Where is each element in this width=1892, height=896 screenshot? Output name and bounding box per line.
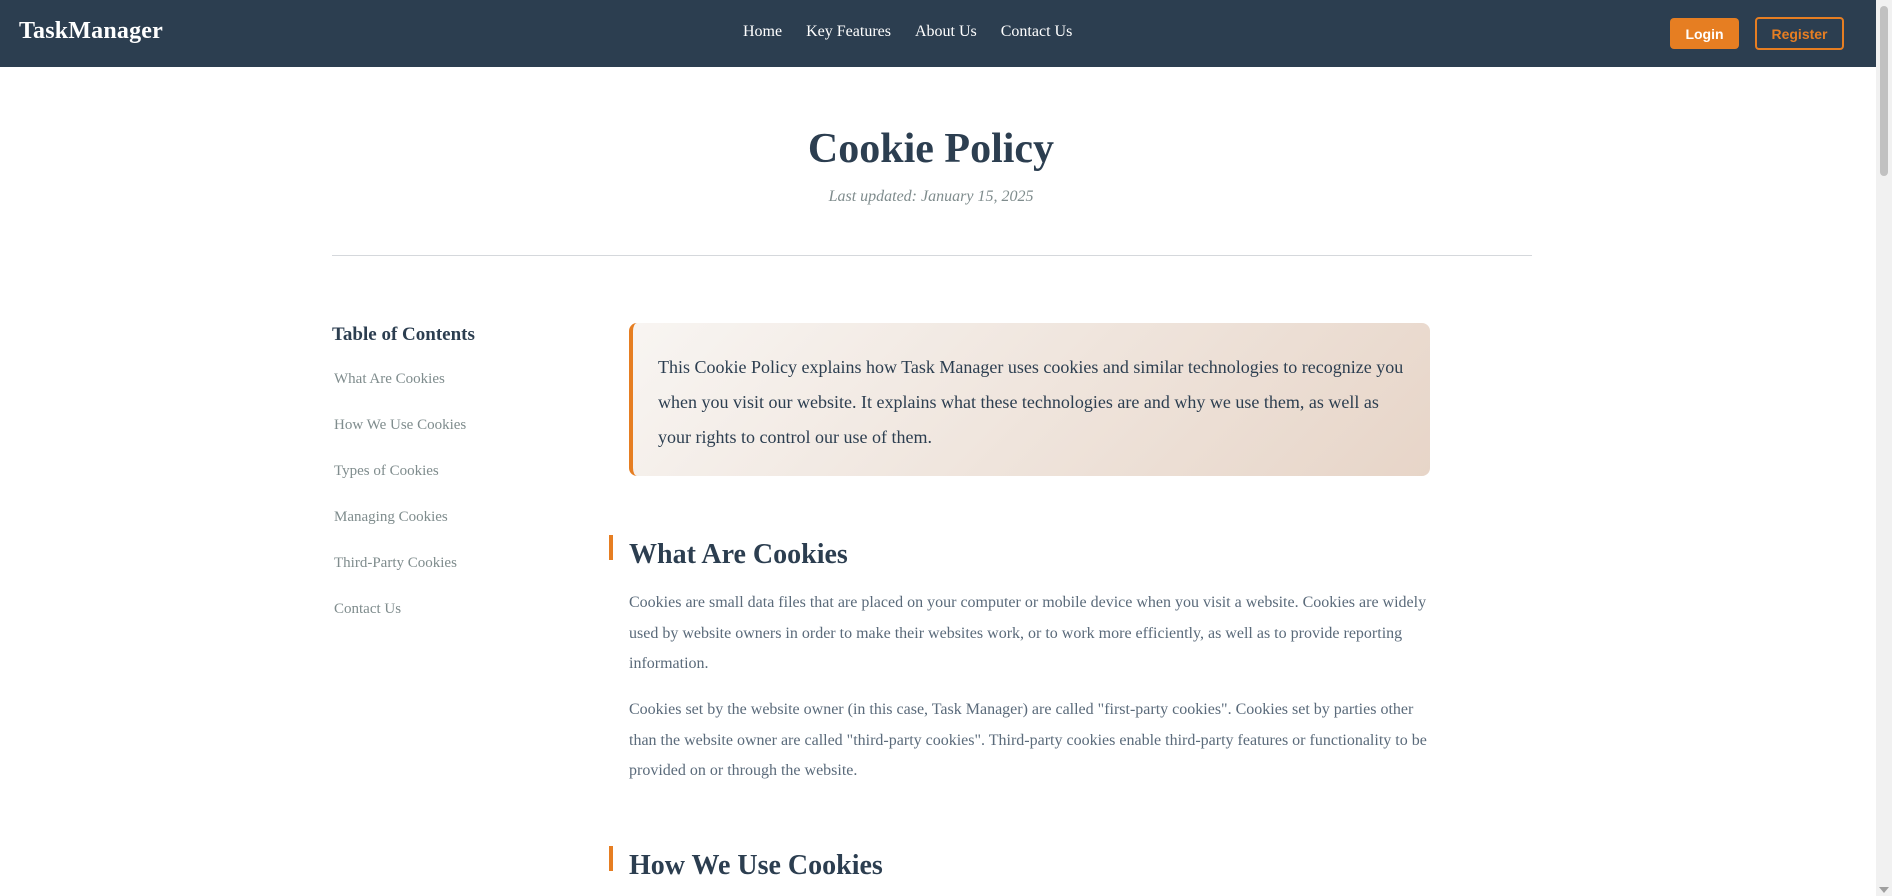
main-nav: Home Key Features About Us Contact Us	[743, 23, 1072, 41]
toc-item-how-we-use-cookies[interactable]: How We Use Cookies	[334, 415, 466, 461]
brand-logo[interactable]: TaskManager	[19, 18, 163, 45]
section-accent-bar	[609, 535, 613, 560]
toc-item-managing-cookies[interactable]: Managing Cookies	[334, 507, 466, 553]
section-heading-what-are-cookies: What Are Cookies	[629, 539, 848, 570]
toc-item-types-of-cookies[interactable]: Types of Cookies	[334, 461, 466, 507]
toc-item-contact-us[interactable]: Contact Us	[334, 599, 466, 645]
last-updated-date: Last updated: January 15, 2025	[828, 188, 1034, 205]
table-of-contents: What Are Cookies How We Use Cookies Type…	[334, 369, 466, 645]
section-heading-how-we-use-cookies: How We Use Cookies	[629, 850, 883, 881]
login-button[interactable]: Login	[1670, 18, 1739, 49]
toc-item-what-are-cookies[interactable]: What Are Cookies	[334, 369, 466, 415]
nav-about-us-link[interactable]: About Us	[915, 23, 977, 41]
toc-title: Table of Contents	[332, 324, 475, 345]
toc-item-third-party-cookies[interactable]: Third-Party Cookies	[334, 553, 466, 599]
nav-key-features-link[interactable]: Key Features	[806, 23, 891, 41]
nav-home-link[interactable]: Home	[743, 23, 782, 41]
section-paragraph: Cookies set by the website owner (in thi…	[629, 701, 1427, 779]
header-divider	[332, 255, 1532, 256]
scrollbar-thumb[interactable]	[1880, 6, 1888, 176]
scroll-down-arrow-icon[interactable]	[1879, 887, 1889, 893]
intro-callout: This Cookie Policy explains how Task Man…	[629, 323, 1430, 476]
section-accent-bar	[609, 846, 613, 871]
nav-contact-us-link[interactable]: Contact Us	[1001, 23, 1073, 41]
page-title: Cookie Policy	[807, 126, 1055, 172]
register-button[interactable]: Register	[1755, 17, 1844, 50]
page-scrollbar[interactable]	[1876, 0, 1892, 896]
top-navbar: TaskManager Home Key Features About Us C…	[0, 0, 1876, 67]
section-paragraph: Cookies are small data files that are pl…	[629, 594, 1427, 672]
